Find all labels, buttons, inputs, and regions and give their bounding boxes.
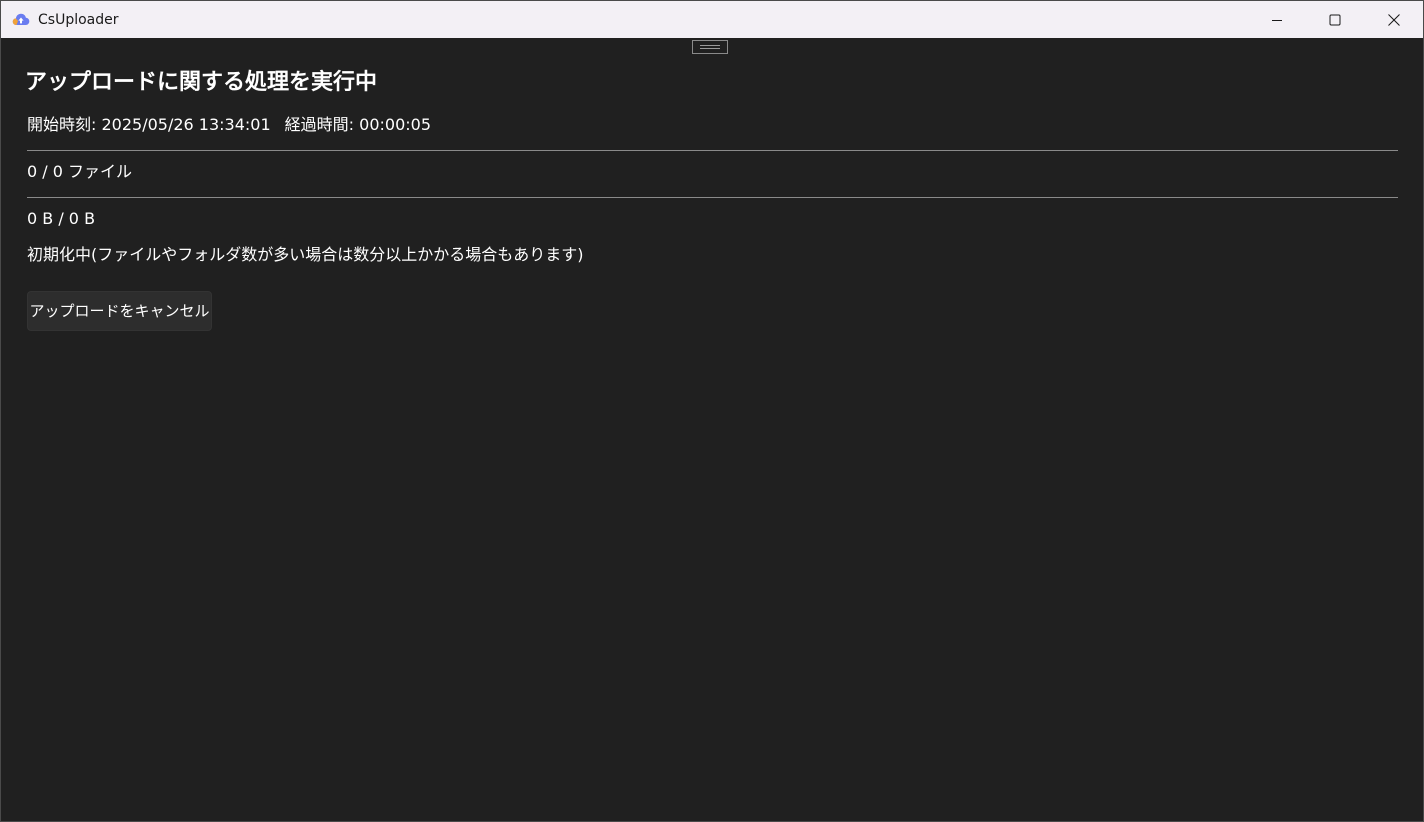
drag-handle[interactable] bbox=[692, 40, 728, 54]
window-title: CsUploader bbox=[38, 12, 119, 28]
status-text: 初期化中(ファイルやフォルダ数が多い場合は数分以上かかる場合もあります) bbox=[27, 245, 584, 264]
elapsed-time: 経過時間: 00:00:05 bbox=[284, 115, 431, 134]
main-content: アップロードに関する処理を実行中 開始時刻: 2025/05/26 13:34:… bbox=[1, 38, 1423, 821]
file-count: 0 / 0 ファイル bbox=[27, 162, 133, 181]
title-bar[interactable]: CsUploader bbox=[1, 1, 1423, 38]
app-window: CsUploader アップロードに関する処理を実行中 開始時刻: 2025/0… bbox=[0, 0, 1424, 822]
close-icon bbox=[1388, 13, 1400, 26]
cancel-upload-button[interactable]: アップロードをキャンセル bbox=[27, 291, 212, 331]
divider bbox=[27, 150, 1398, 151]
maximize-icon bbox=[1329, 14, 1341, 25]
minimize-button[interactable] bbox=[1248, 1, 1306, 38]
page-title: アップロードに関する処理を実行中 bbox=[25, 70, 378, 95]
cloud-upload-icon bbox=[12, 13, 30, 25]
byte-count: 0 B / 0 B bbox=[27, 209, 96, 228]
minimize-icon bbox=[1272, 19, 1282, 21]
start-time: 開始時刻: 2025/05/26 13:34:01 bbox=[27, 115, 271, 134]
time-info: 開始時刻: 2025/05/26 13:34:01 経過時間: 00:00:05 bbox=[27, 114, 431, 136]
close-button[interactable] bbox=[1365, 1, 1423, 38]
divider bbox=[27, 197, 1398, 198]
maximize-button[interactable] bbox=[1306, 1, 1364, 38]
